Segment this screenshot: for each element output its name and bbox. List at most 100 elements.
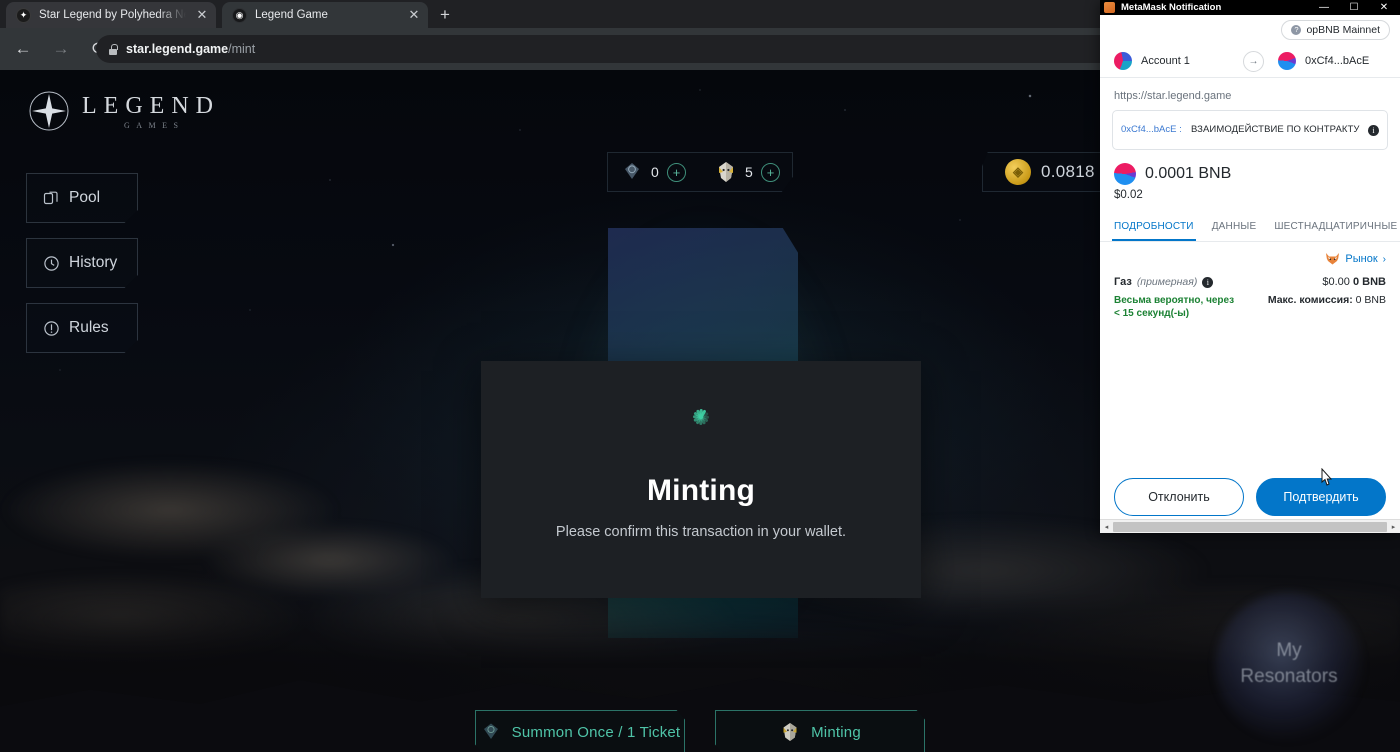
legend-icon: ◉ xyxy=(232,7,247,23)
mouse-cursor xyxy=(1319,467,1333,488)
fox-icon xyxy=(1104,2,1115,13)
my-resonators-line-2: Resonators xyxy=(1240,666,1338,687)
browser-tab-2[interactable]: ◉ Legend Game ✕ xyxy=(222,2,428,28)
url-path: /mint xyxy=(228,42,256,56)
avatar xyxy=(1278,52,1296,70)
network-selector[interactable]: ? opBNB Mainnet xyxy=(1281,20,1390,40)
tab-hex[interactable]: ШЕСТНАДЦАТИРИЧНЫЕ xyxy=(1272,215,1399,241)
action-footer: Отклонить Подтвердить xyxy=(1100,478,1400,516)
fox-icon xyxy=(1325,252,1340,266)
transaction-amount: 0.0001 BNB xyxy=(1145,165,1232,182)
horizontal-scrollbar[interactable]: ◂ ▸ xyxy=(1100,519,1400,533)
market-label: Рынок xyxy=(1345,253,1378,265)
resonator-count: 5 xyxy=(745,164,753,180)
network-row: ? opBNB Mainnet xyxy=(1100,15,1400,45)
contract-interaction-box[interactable]: 0xCf4...bAcE : ВЗАИМОДЕЙСТВИЕ ПО КОНТРАК… xyxy=(1112,110,1388,150)
scrollbar-thumb[interactable] xyxy=(1113,521,1387,532)
gem-icon xyxy=(480,721,502,743)
origin-url: https://star.legend.game xyxy=(1114,90,1232,102)
gas-speed-estimate: Весьма вероятно, через < 15 секунд(-ы) xyxy=(1114,295,1235,319)
token-avatar xyxy=(1114,163,1136,185)
new-tab-button[interactable]: + xyxy=(434,4,456,26)
minting-modal: Minting Please confirm this transaction … xyxy=(481,361,921,598)
browser-tab-2-title: Legend Game xyxy=(255,9,328,21)
reject-button[interactable]: Отклонить xyxy=(1114,478,1244,516)
to-account-address: 0xCf4...bAcE xyxy=(1305,55,1370,67)
minting-modal-subtitle: Please confirm this transaction in your … xyxy=(555,524,847,540)
close-icon[interactable]: ✕ xyxy=(194,7,210,23)
scroll-right-icon[interactable]: ▸ xyxy=(1387,523,1400,531)
mask-icon xyxy=(779,721,801,743)
gas-detail-row: Весьма вероятно, через < 15 секунд(-ы) М… xyxy=(1114,294,1386,320)
contract-interaction-label: ВЗАИМОДЕЙСТВИЕ ПО КОНТРАКТУ xyxy=(1191,124,1360,135)
summon-once-button[interactable]: Summon Once / 1 Ticket xyxy=(475,710,685,752)
info-icon[interactable]: i xyxy=(1202,276,1214,288)
sidebar-item-pool-label: Pool xyxy=(69,189,101,206)
close-icon[interactable]: ✕ xyxy=(406,7,422,23)
detail-tabs: ПОДРОБНОСТИ ДАННЫЕ ШЕСТНАДЦАТИРИЧНЫЕ xyxy=(1100,215,1400,242)
metamask-window-title: MetaMask Notification xyxy=(1121,2,1222,13)
browser-tab-1[interactable]: ✦ Star Legend by Polyhedra Netwo ✕ xyxy=(6,2,216,28)
metamask-title-bar: MetaMask Notification — ☐ ✕ xyxy=(1100,0,1400,15)
lock-icon xyxy=(108,43,118,55)
max-fee-group: Макс. комиссия: 0 BNB xyxy=(1268,294,1386,306)
sidebar-nav: Pool History Rules xyxy=(26,173,138,353)
chevron-right-icon: › xyxy=(1382,253,1386,265)
sidebar-item-rules[interactable]: Rules xyxy=(26,303,138,353)
mask-icon xyxy=(714,160,738,184)
bnb-coin-icon: ◈ xyxy=(1005,159,1031,185)
arrow-right-icon: → xyxy=(1243,51,1264,72)
sidebar-item-history[interactable]: History xyxy=(26,238,138,288)
market-selector[interactable]: Рынок › xyxy=(1114,252,1386,266)
max-fee-value: 0 BNB xyxy=(1355,294,1386,306)
gas-label: Газ xyxy=(1114,276,1132,288)
metamask-notification-window: MetaMask Notification — ☐ ✕ ? opBNB Main… xyxy=(1100,0,1400,533)
maximize-icon[interactable]: ☐ xyxy=(1342,2,1366,13)
info-icon[interactable]: i xyxy=(1368,124,1379,136)
info-icon xyxy=(43,320,60,337)
action-bar: Summon Once / 1 Ticket Minting xyxy=(475,710,925,752)
back-icon[interactable]: ← xyxy=(8,34,38,64)
star-icon: ✦ xyxy=(16,7,31,23)
add-ticket-button[interactable]: + xyxy=(667,162,686,182)
sidebar-item-pool[interactable]: Pool xyxy=(26,173,138,223)
summon-once-label: Summon Once / 1 Ticket xyxy=(511,723,681,741)
forward-icon[interactable]: → xyxy=(46,34,76,64)
max-fee-label: Макс. комиссия: xyxy=(1267,294,1353,306)
minting-modal-title: Minting xyxy=(646,474,756,507)
browser-tab-1-title: Star Legend by Polyhedra Netwo xyxy=(39,9,186,21)
loading-spinner xyxy=(678,406,724,452)
logo-wordmark: LEGEND xyxy=(82,92,220,119)
my-resonators-line-1: My xyxy=(1276,640,1302,661)
gas-section: Рынок › Газ (примерная) i $0.00 0 BNB Ве… xyxy=(1100,242,1400,320)
tab-data[interactable]: ДАННЫЕ xyxy=(1210,215,1259,241)
cards-icon xyxy=(43,190,60,207)
tab-details[interactable]: ПОДРОБНОСТИ xyxy=(1112,215,1196,241)
my-resonators-label: My Resonators xyxy=(1215,638,1363,690)
to-account[interactable]: 0xCf4...bAcE xyxy=(1278,52,1369,70)
minimize-icon[interactable]: — xyxy=(1312,2,1336,13)
sidebar-item-rules-label: Rules xyxy=(69,319,109,336)
sidebar-item-history-label: History xyxy=(69,254,118,271)
gas-amount: $0.00 0 BNB xyxy=(1322,276,1386,288)
gem-icon xyxy=(620,160,644,184)
from-account-name[interactable]: Account 1 xyxy=(1141,55,1190,67)
gas-label-group: Газ (примерная) i xyxy=(1114,276,1214,288)
clock-icon xyxy=(43,255,60,272)
site-logo[interactable]: LEGEND GAMES xyxy=(28,90,220,132)
minting-label: Minting xyxy=(811,723,861,741)
close-icon[interactable]: ✕ xyxy=(1372,2,1396,13)
gas-value: 0 BNB xyxy=(1352,276,1386,288)
contract-address[interactable]: 0xCf4...bAcE : xyxy=(1121,124,1183,136)
gas-fiat: $0.00 xyxy=(1322,276,1350,288)
gas-row: Газ (примерная) i $0.00 0 BNB xyxy=(1114,276,1386,288)
resource-hud: 0 + 5 + xyxy=(607,152,793,192)
network-name: opBNB Mainnet xyxy=(1306,24,1380,36)
minting-button[interactable]: Minting xyxy=(715,710,925,752)
address-bar-url: star.legend.game/mint xyxy=(126,42,255,56)
url-host: star.legend.game xyxy=(126,42,229,56)
legend-star-icon xyxy=(28,90,70,132)
scroll-left-icon[interactable]: ◂ xyxy=(1100,523,1113,531)
question-icon: ? xyxy=(1291,25,1302,35)
add-resonator-button[interactable]: + xyxy=(761,162,780,182)
